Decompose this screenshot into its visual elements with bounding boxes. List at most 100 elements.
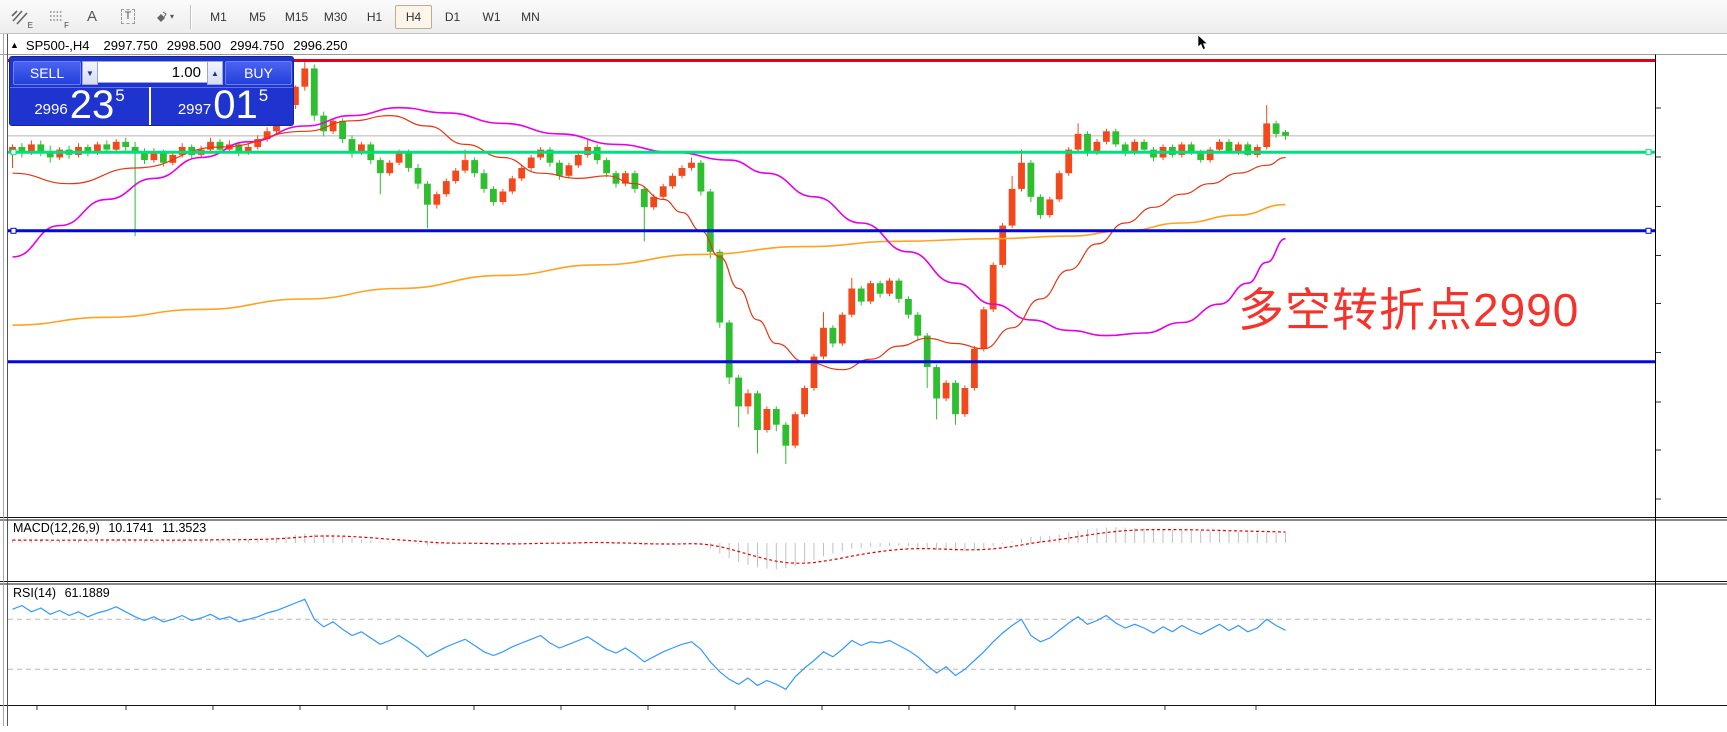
- candle-body: [1103, 131, 1110, 142]
- arrow-tools-icon[interactable]: ▾: [148, 3, 180, 31]
- candle-body: [1028, 163, 1035, 197]
- candle-body: [962, 388, 969, 414]
- rsi-name: RSI(14): [13, 586, 56, 600]
- hatch-e-tool-icon[interactable]: E: [4, 3, 36, 31]
- candle-body: [471, 160, 478, 173]
- candle-body: [575, 155, 582, 166]
- text-box-tool-icon[interactable]: T: [112, 3, 144, 31]
- macd-signal-value: 11.3523: [162, 521, 206, 535]
- buy-price-display[interactable]: 2997 01 5: [153, 87, 293, 125]
- candle-body: [1037, 197, 1044, 215]
- candle-body: [764, 409, 771, 430]
- candle-body: [914, 315, 921, 336]
- candle-body: [207, 142, 214, 150]
- candle-body: [1018, 163, 1025, 189]
- drawing-tools: EFAT▾: [0, 3, 180, 31]
- volume-input[interactable]: [98, 61, 207, 83]
- candle-body: [745, 393, 752, 406]
- candle-body: [952, 383, 959, 414]
- candle-body: [1009, 189, 1016, 226]
- candle-body: [858, 289, 865, 302]
- candle-body: [509, 178, 516, 191]
- candle-body: [669, 176, 676, 187]
- macd-main-value: 10.1741: [108, 521, 153, 535]
- candle-body: [122, 142, 129, 147]
- sell-price-sup: 5: [115, 86, 124, 106]
- candle-body: [556, 163, 563, 176]
- candle-body: [933, 367, 940, 398]
- candle-body: [1046, 199, 1053, 215]
- one-click-toggle-icon[interactable]: ▲: [10, 40, 19, 50]
- candle-body: [1282, 132, 1289, 136]
- timeframe-buttons: M1M5M15M30H1H4D1W1MN: [199, 5, 550, 29]
- sell-price-main: 23: [70, 88, 115, 122]
- sell-button[interactable]: SELL: [13, 61, 81, 85]
- candle-body: [877, 283, 884, 294]
- ohlc-close: 2996.250: [293, 38, 347, 53]
- candle-body: [943, 383, 950, 399]
- candle-body: [679, 168, 686, 176]
- mouse-cursor: [1197, 35, 1211, 51]
- sell-price-display[interactable]: 2996 23 5: [10, 87, 151, 125]
- candle-body: [782, 425, 789, 446]
- buy-button[interactable]: BUY: [225, 61, 292, 85]
- candle-body: [481, 173, 488, 189]
- candle-body: [311, 68, 318, 115]
- candle-body: [1084, 134, 1091, 152]
- candle-body: [726, 323, 733, 378]
- volume-decrease-button[interactable]: ▼: [82, 61, 98, 85]
- candle-body: [415, 168, 422, 184]
- candle-body: [886, 281, 893, 294]
- ohlc-open: 2997.750: [104, 38, 158, 53]
- candle-body: [217, 142, 224, 150]
- candle-body: [716, 252, 723, 323]
- candle-body: [452, 171, 459, 182]
- candle-body: [990, 265, 997, 310]
- toolbar-separator: [190, 5, 191, 29]
- candle-body: [971, 349, 978, 388]
- candle-body: [103, 144, 110, 149]
- tf-button-M1[interactable]: M1: [200, 5, 237, 29]
- candle-body: [792, 414, 799, 445]
- candle-body: [386, 163, 393, 174]
- candle-body: [801, 388, 808, 414]
- one-click-trading-panel: SELL ▼ ▲ BUY 2996 23 5 2997 01 5: [10, 57, 293, 125]
- candle-body: [424, 184, 431, 205]
- tf-button-M15[interactable]: M15: [278, 5, 315, 29]
- candle-body: [433, 194, 440, 205]
- tf-button-M30[interactable]: M30: [317, 5, 354, 29]
- candle-body: [698, 163, 705, 192]
- text-label-tool-icon[interactable]: A: [76, 3, 108, 31]
- candle-body: [330, 121, 337, 132]
- tf-button-H4[interactable]: H4: [395, 5, 432, 29]
- candle-body: [773, 409, 780, 425]
- buy-price-main: 01: [213, 88, 258, 122]
- candle-body: [1216, 142, 1223, 150]
- candle-body: [1112, 131, 1119, 144]
- candle-body: [160, 152, 167, 163]
- tf-button-D1[interactable]: D1: [434, 5, 471, 29]
- sell-price-prefix: 2996: [34, 101, 67, 118]
- grid-f-tool-icon[interactable]: F: [40, 3, 72, 31]
- candle-body: [980, 309, 987, 348]
- candle-body: [1056, 173, 1063, 199]
- candle-body: [848, 289, 855, 315]
- candle-body: [754, 393, 761, 430]
- tf-button-M5[interactable]: M5: [239, 5, 276, 29]
- tf-button-H1[interactable]: H1: [356, 5, 393, 29]
- tf-button-MN[interactable]: MN: [512, 5, 549, 29]
- hline-handle: [1646, 228, 1651, 233]
- candle-body: [1141, 142, 1148, 150]
- volume-increase-button[interactable]: ▲: [207, 61, 223, 85]
- candle-body: [349, 139, 356, 152]
- candle-body: [1263, 123, 1270, 147]
- buy-price-sup: 5: [259, 86, 268, 106]
- candle-body: [839, 315, 846, 344]
- tf-button-W1[interactable]: W1: [473, 5, 510, 29]
- candle-body: [301, 68, 308, 86]
- candle-body: [566, 165, 573, 176]
- candle-body: [905, 299, 912, 315]
- candle-body: [896, 281, 903, 299]
- candle-body: [641, 189, 648, 207]
- chart-text-annotation[interactable]: 多空转折点2990: [1238, 274, 1579, 340]
